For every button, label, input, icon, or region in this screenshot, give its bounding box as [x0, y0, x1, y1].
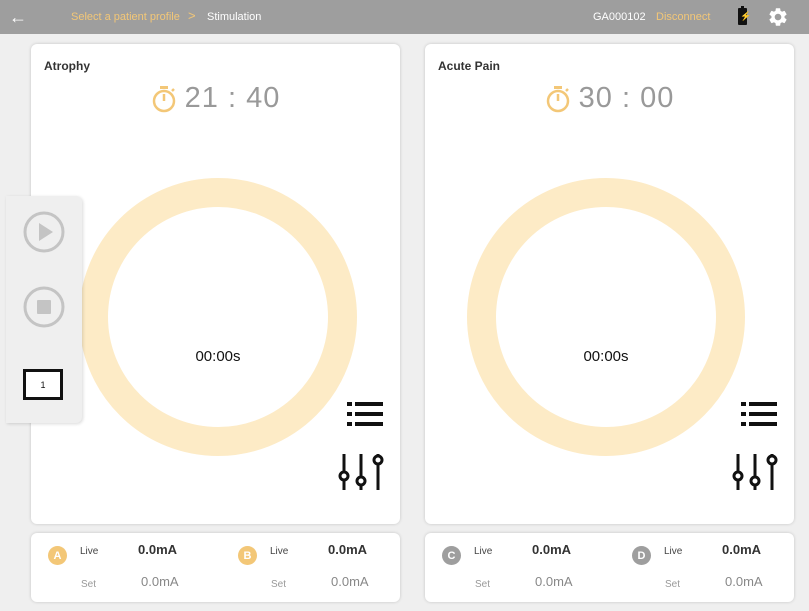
set-value: 0.0mA: [331, 574, 369, 589]
playback-sidebar: 1: [6, 196, 82, 423]
live-value: 0.0mA: [138, 542, 178, 557]
equalizer-icon[interactable]: [730, 450, 780, 492]
program-panel-left: Atrophy 21 : 40 00:00s: [31, 44, 400, 524]
timer-value: 30 : 00: [578, 82, 675, 114]
program-panel-right: Acute Pain 30 : 00 00:00s: [425, 44, 794, 524]
live-label: Live: [664, 546, 683, 557]
play-icon[interactable]: [22, 210, 66, 254]
disconnect-button[interactable]: Disconnect: [656, 11, 710, 23]
program-timer: 21 : 40: [31, 82, 400, 115]
channel-badge: C: [442, 546, 461, 565]
set-label: Set: [81, 579, 97, 590]
live-label: Live: [80, 546, 99, 557]
top-bar: ← Select a patient profile > Stimulation…: [0, 0, 809, 34]
channel-d: D Live 0.0mA Set 0.0mA: [615, 533, 795, 602]
back-button[interactable]: ←: [6, 5, 30, 29]
progress-ring: [467, 178, 745, 456]
equalizer-icon[interactable]: [336, 450, 386, 492]
channel-badge: B: [238, 546, 257, 565]
elapsed-time: 00:00s: [583, 348, 629, 365]
live-label: Live: [474, 546, 493, 557]
breadcrumb-current: Stimulation: [207, 11, 262, 23]
set-label: Set: [665, 579, 681, 590]
list-icon[interactable]: [347, 401, 383, 427]
channel-c: C Live 0.0mA Set 0.0mA: [425, 533, 605, 602]
set-label: Set: [475, 579, 491, 590]
device-id: GA000102: [593, 11, 646, 23]
program-timer: 30 : 00: [425, 82, 794, 115]
channel-card-left: A Live 0.0mA Set 0.0mA B Live 0.0mA Set …: [31, 533, 400, 602]
stopwatch-icon: [546, 85, 569, 112]
channel-card-right: C Live 0.0mA Set 0.0mA D Live 0.0mA Set …: [425, 533, 794, 602]
timer-value: 21 : 40: [184, 82, 281, 114]
breadcrumb-select-patient-profile[interactable]: Select a patient profile: [71, 11, 180, 23]
channel-a: A Live 0.0mA Set 0.0mA: [31, 533, 211, 602]
set-value: 0.0mA: [141, 574, 179, 589]
battery-charging-icon: ⚡: [738, 6, 751, 25]
gear-icon[interactable]: [767, 6, 789, 28]
stopwatch-icon: [152, 85, 175, 112]
channel-selector-box[interactable]: 1: [23, 369, 63, 400]
live-value: 0.0mA: [328, 542, 368, 557]
channel-badge: A: [48, 546, 67, 565]
live-label: Live: [270, 546, 289, 557]
list-icon[interactable]: [741, 401, 777, 427]
progress-ring: [79, 178, 357, 456]
channel-badge: D: [632, 546, 651, 565]
breadcrumb-separator: >: [188, 8, 196, 23]
set-value: 0.0mA: [725, 574, 763, 589]
live-value: 0.0mA: [532, 542, 572, 557]
stop-icon[interactable]: [22, 285, 66, 329]
arrow-left-icon: ←: [9, 6, 27, 27]
elapsed-time: 00:00s: [195, 348, 241, 365]
live-value: 0.0mA: [722, 542, 762, 557]
set-label: Set: [271, 579, 287, 590]
program-title: Atrophy: [44, 59, 90, 73]
program-title: Acute Pain: [438, 59, 501, 73]
channel-b: B Live 0.0mA Set 0.0mA: [221, 533, 401, 602]
set-value: 0.0mA: [535, 574, 573, 589]
